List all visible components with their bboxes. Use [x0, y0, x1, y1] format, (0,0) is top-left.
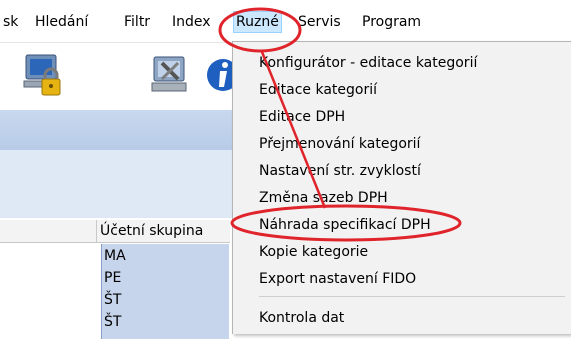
menu-option-kontrola-dat[interactable]: Kontrola dat: [259, 307, 344, 329]
menu-option-kopie-kategorie[interactable]: Kopie kategorie: [259, 241, 368, 263]
menu-separator: [259, 296, 565, 297]
menu-item-hledani[interactable]: Hledání: [35, 12, 88, 32]
menu-item-program[interactable]: Program: [362, 12, 421, 32]
menu-option-zmena-sazeb-dph[interactable]: Změna sazeb DPH: [259, 187, 388, 209]
menu-option-konfigurator[interactable]: Konfigurátor - editace kategorií: [259, 52, 477, 74]
grid-cell[interactable]: PE: [104, 268, 121, 288]
ruzne-dropdown-menu: Konfigurátor - editace kategorií Editace…: [232, 41, 571, 334]
column-header-ucetni-skupina[interactable]: Účetní skupina: [100, 223, 203, 239]
grid-header: Účetní skupina: [0, 220, 230, 243]
menu-item-partial[interactable]: sk: [3, 12, 18, 32]
grid-cell[interactable]: MA: [104, 246, 126, 266]
menu-option-prejmenovani-kategorii[interactable]: Přejmenování kategorií: [259, 133, 420, 155]
grid-cell[interactable]: ŠT: [104, 312, 121, 332]
menu-option-nastaveni-zvyklosti[interactable]: Nastavení str. zvyklostí: [259, 160, 421, 182]
grid-body: MA PE ŠT ŠT: [0, 244, 229, 339]
menu-item-index[interactable]: Index: [172, 12, 211, 32]
computer-tools-icon[interactable]: [148, 53, 192, 99]
menu-item-filtr[interactable]: Filtr: [124, 12, 150, 32]
computer-lock-icon[interactable]: [22, 53, 66, 99]
menu-item-ruzne[interactable]: Ruzné: [233, 11, 282, 33]
menu-option-export-fido[interactable]: Export nastavení FIDO: [259, 268, 416, 290]
grid-cell[interactable]: ŠT: [104, 290, 121, 310]
column-separator[interactable]: [96, 220, 97, 242]
grid-left-column: [0, 244, 96, 339]
menu-bar: sk Hledání Filtr Index Ruzné Servis Prog…: [0, 0, 571, 42]
menu-option-nahrada-specifikaci-dph[interactable]: Náhrada specifikací DPH: [259, 214, 431, 236]
menu-item-servis[interactable]: Servis: [298, 12, 341, 32]
menu-option-editace-kategorii[interactable]: Editace kategorií: [259, 79, 377, 101]
menu-option-editace-dph[interactable]: Editace DPH: [259, 106, 345, 128]
